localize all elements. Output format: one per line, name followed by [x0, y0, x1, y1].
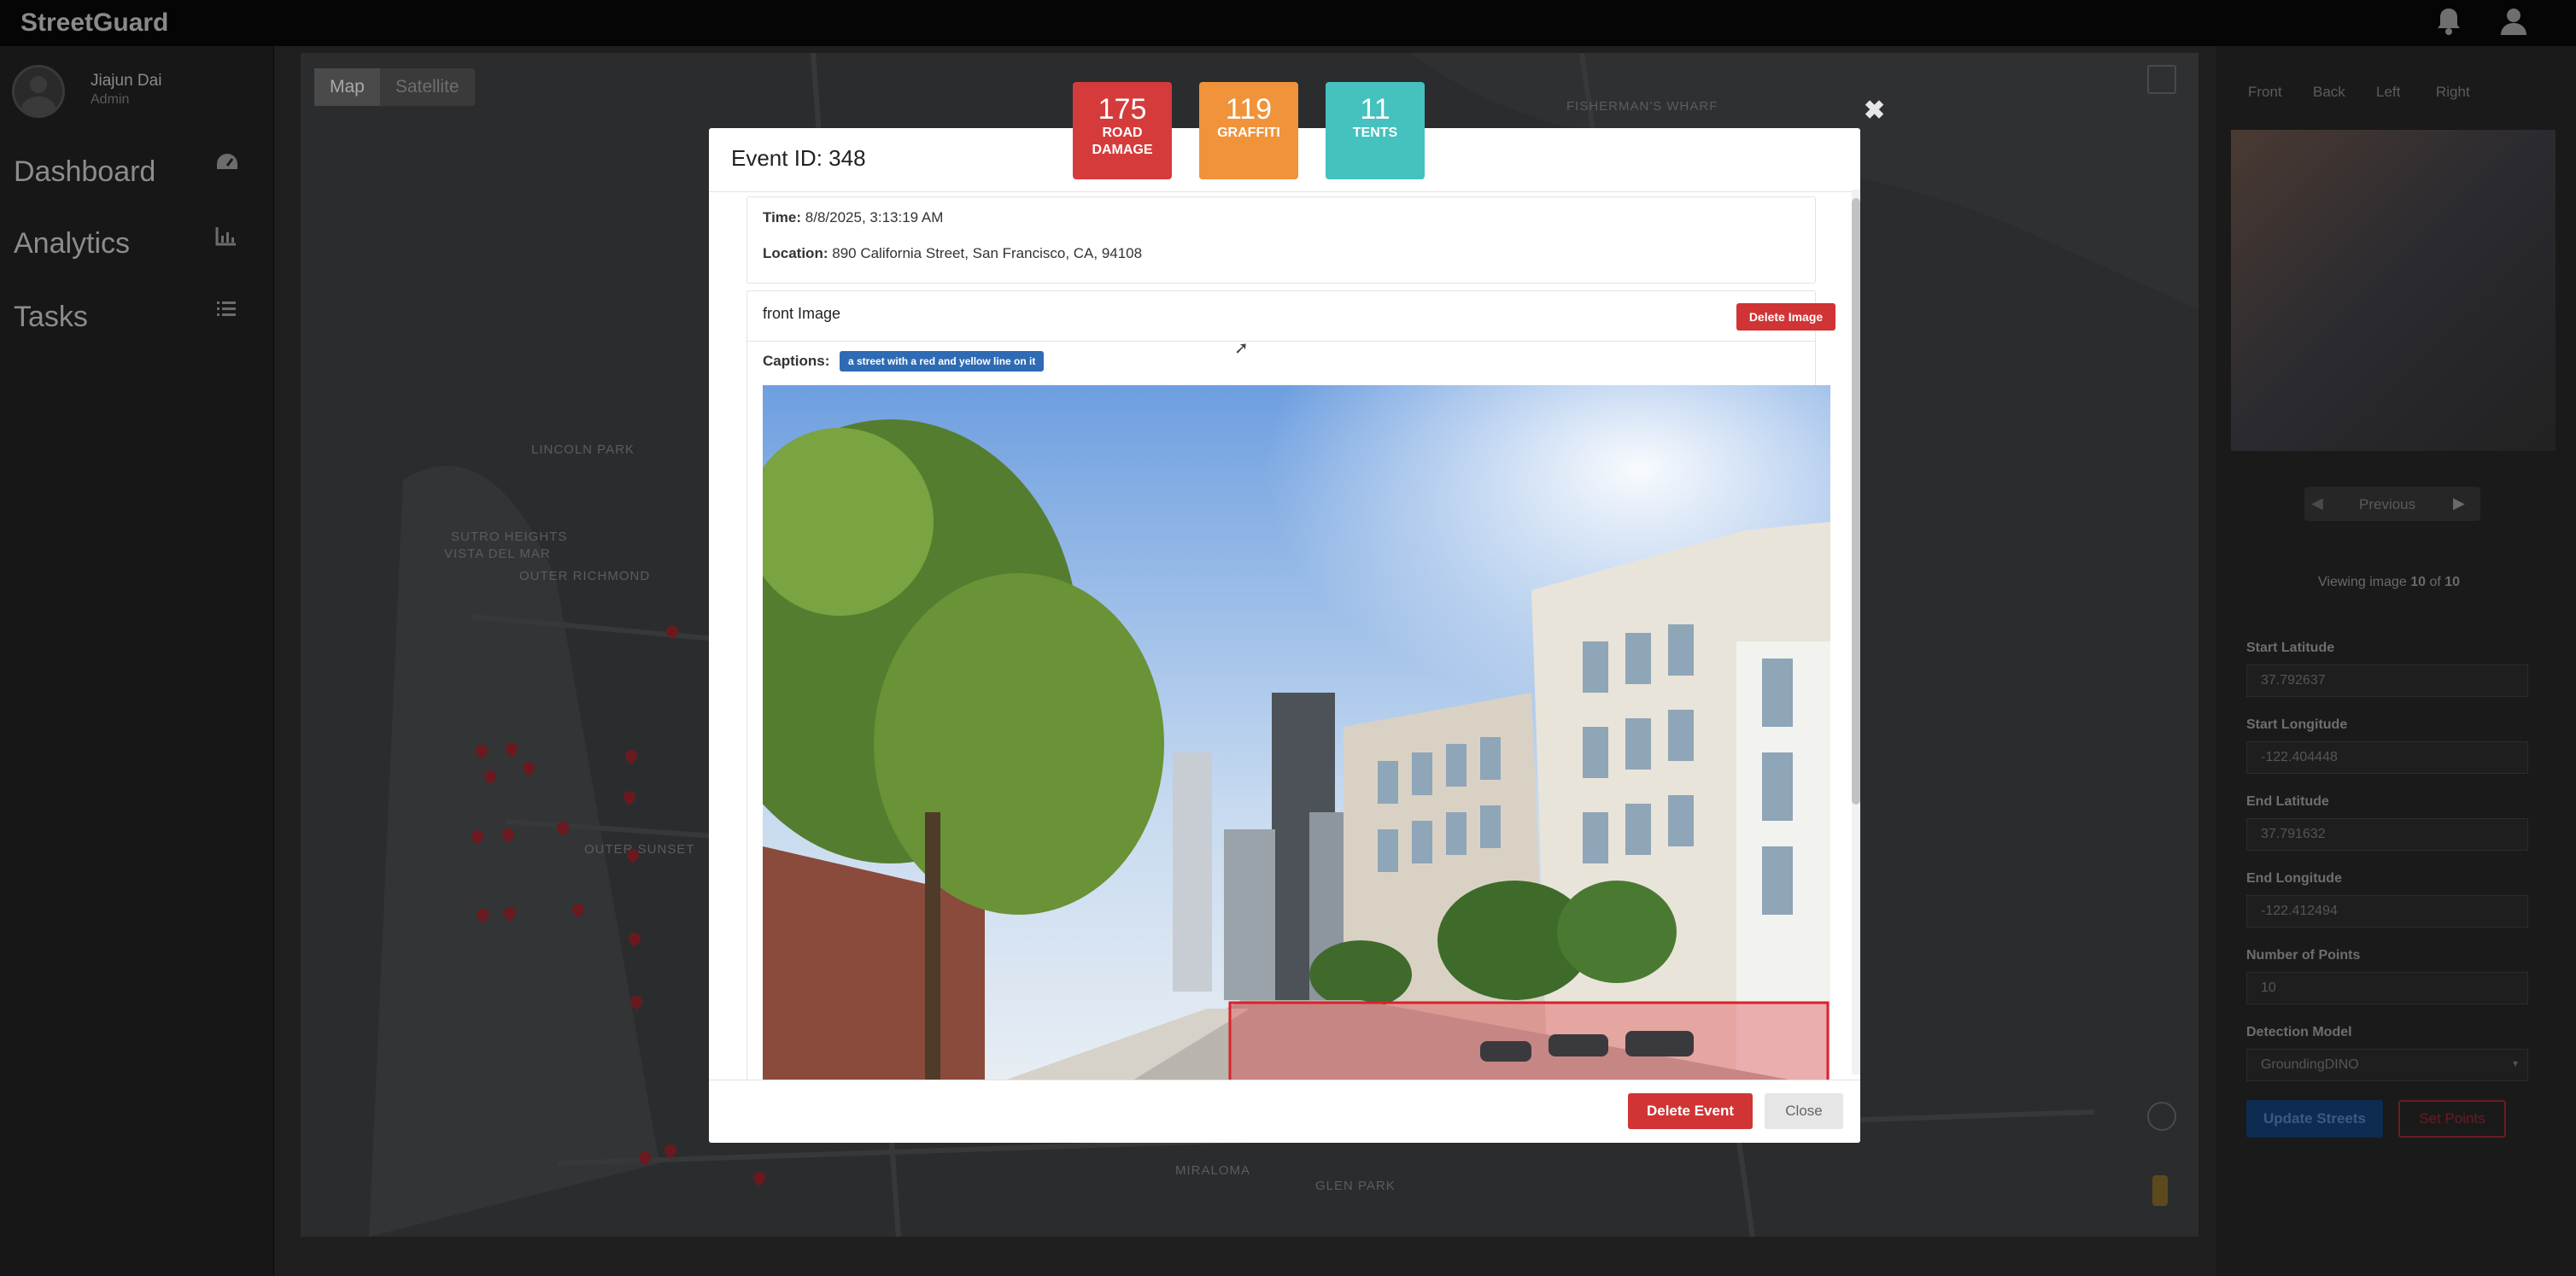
start-longitude-field[interactable]: -122.404448	[2246, 741, 2528, 774]
end-longitude-label: End Longitude	[2246, 871, 2342, 886]
user-name: Jiajun Dai	[91, 72, 162, 90]
avatar	[12, 65, 65, 118]
dashboard-gauge-icon	[215, 152, 239, 179]
user-account-icon[interactable]	[2499, 7, 2528, 43]
fullscreen-icon[interactable]	[2147, 65, 2176, 94]
graffiti-label: GRAFFITI	[1217, 126, 1280, 140]
map-label: LINCOLN PARK	[531, 442, 635, 457]
tents-count-badge: 11 TENTS	[1326, 82, 1425, 179]
start-latitude-label: Start Latitude	[2246, 641, 2335, 655]
modal-scrollbar-thumb[interactable]	[1852, 198, 1860, 805]
map-type-toggle: Map Satellite	[314, 68, 475, 106]
pegman-icon[interactable]	[2152, 1175, 2168, 1206]
modal-title: Event ID: 348	[731, 145, 866, 171]
map-label: OUTER SUNSET	[584, 842, 695, 857]
image-card: front Image Delete Image Captions: a str…	[746, 290, 1835, 1143]
event-info-card: Time: 8/8/2025, 3:13:19 AM Location: 890…	[746, 196, 1816, 284]
map-label: FISHERMAN'S WHARF	[1566, 99, 1718, 114]
mouse-cursor-icon: ➚	[1234, 339, 1249, 358]
graffiti-count: 119	[1225, 93, 1273, 126]
start-latitude-field[interactable]: 37.792637	[2246, 664, 2528, 697]
detection-model-select[interactable]: GroundingDINO	[2246, 1049, 2528, 1081]
list-icon	[215, 299, 237, 325]
tents-count: 11	[1360, 93, 1390, 126]
end-latitude-label: End Latitude	[2246, 794, 2329, 809]
map-label: SUTRO HEIGHTS	[451, 530, 568, 544]
end-longitude-field[interactable]: -122.412494	[2246, 895, 2528, 928]
chevron-left-icon[interactable]: ◀	[2311, 495, 2323, 512]
set-points-button[interactable]: Set Points	[2398, 1100, 2506, 1138]
image-card-title: front Image	[763, 305, 841, 322]
delete-event-button[interactable]: Delete Event	[1628, 1093, 1753, 1129]
tab-back[interactable]: Back	[2313, 84, 2345, 101]
sidebar-item-analytics[interactable]: Analytics	[14, 227, 130, 260]
tab-front[interactable]: Front	[2248, 84, 2282, 101]
number-of-points-label: Number of Points	[2246, 948, 2361, 963]
event-modal: Event ID: 348 Time: 8/8/2025, 3:13:19 AM…	[709, 128, 1860, 1143]
locate-icon[interactable]	[2147, 1102, 2176, 1131]
play-icon[interactable]: ▶	[2453, 495, 2465, 512]
caption-tag: a street with a red and yellow line on i…	[840, 351, 1045, 372]
location-row: Location: 890 California Street, San Fra…	[763, 245, 1143, 261]
road-damage-label: ROAD DAMAGE	[1092, 126, 1153, 157]
graffiti-count-badge: 119 GRAFFITI	[1199, 82, 1298, 179]
detection-model-label: Detection Model	[2246, 1025, 2352, 1039]
road-damage-count-badge: 175 ROAD DAMAGE	[1073, 82, 1172, 179]
close-button[interactable]: Close	[1765, 1093, 1843, 1129]
update-streets-button[interactable]: Update Streets	[2246, 1100, 2383, 1138]
bar-chart-icon	[215, 225, 237, 252]
brand-logo[interactable]: StreetGuard	[20, 9, 168, 38]
map-type-map-button[interactable]: Map	[314, 68, 380, 106]
bell-icon[interactable]	[2436, 7, 2462, 43]
previous-button[interactable]: Previous	[2359, 496, 2415, 513]
image-counter: Viewing image 10 of 10	[2318, 575, 2461, 589]
street-view-thumbnail	[2231, 130, 2556, 451]
street-image	[763, 385, 1830, 1087]
close-icon[interactable]: ✖	[1864, 96, 1885, 126]
tab-left[interactable]: Left	[2376, 84, 2400, 101]
map-label: GLEN PARK	[1315, 1179, 1396, 1193]
map-label: MIRALOMA	[1175, 1163, 1251, 1178]
modal-header-divider	[709, 191, 1860, 192]
map-label: VISTA DEL MAR	[444, 547, 551, 561]
chevron-down-icon: ▾	[2513, 1057, 2519, 1069]
time-row: Time: 8/8/2025, 3:13:19 AM	[763, 209, 944, 225]
sidebar-item-tasks[interactable]: Tasks	[14, 301, 88, 334]
captions-label: Captions:	[763, 353, 830, 369]
delete-image-button[interactable]: Delete Image	[1736, 303, 1835, 331]
tab-right[interactable]: Right	[2436, 84, 2470, 101]
image-card-divider	[747, 341, 1815, 342]
map-type-satellite-button[interactable]: Satellite	[380, 68, 475, 106]
end-latitude-field[interactable]: 37.791632	[2246, 818, 2528, 851]
start-longitude-label: Start Longitude	[2246, 717, 2348, 732]
number-of-points-field[interactable]: 10	[2246, 972, 2528, 1004]
top-bar	[0, 0, 2576, 46]
tents-label: TENTS	[1352, 126, 1398, 140]
map-label: OUTER RICHMOND	[519, 569, 651, 583]
sidebar-item-dashboard[interactable]: Dashboard	[14, 155, 155, 189]
user-role: Admin	[91, 92, 130, 107]
road-damage-count: 175	[1098, 93, 1147, 126]
